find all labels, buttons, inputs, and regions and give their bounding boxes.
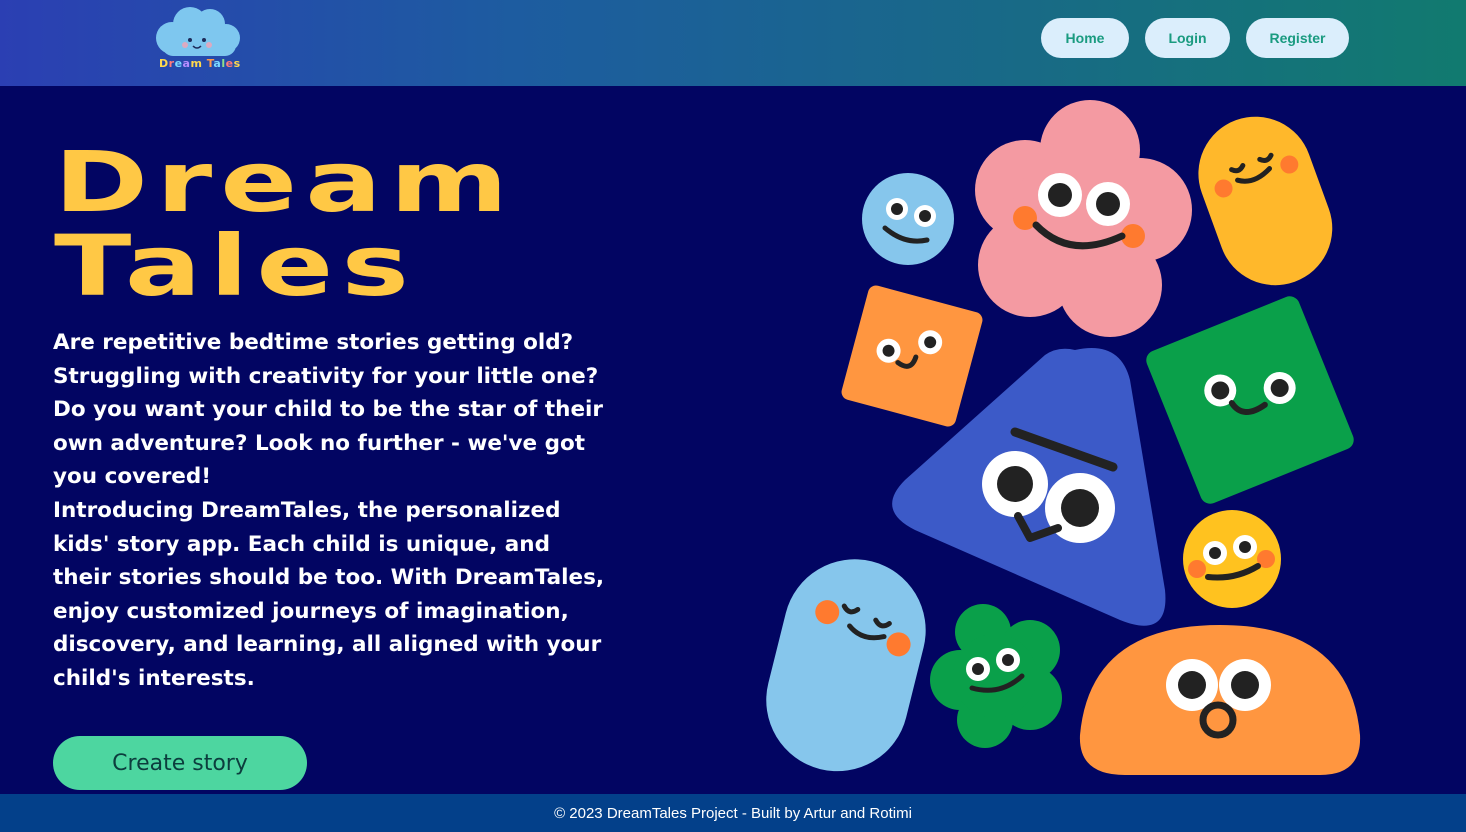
- pink-flower-face-icon: [975, 100, 1192, 337]
- top-navbar: Dream Tales Home Login Register: [0, 0, 1466, 86]
- yellow-circle-face-icon: [1183, 510, 1281, 608]
- hero-title: Dream Tales: [54, 140, 516, 308]
- light-blue-pill-face-icon: [766, 559, 926, 772]
- nav-home-button[interactable]: Home: [1041, 18, 1129, 58]
- green-flower-face-icon: [930, 604, 1062, 748]
- blue-circle-face-icon: [862, 173, 954, 265]
- hero-paragraph-description: Introducing DreamTales, the personalized…: [53, 498, 605, 691]
- create-story-button[interactable]: Create story: [53, 736, 307, 790]
- nav-login-button[interactable]: Login: [1145, 18, 1230, 58]
- nav-register-button[interactable]: Register: [1246, 18, 1349, 58]
- green-square-face-icon: [1146, 296, 1354, 504]
- orange-dome-face-icon: [1079, 625, 1361, 775]
- characters-illustration: [766, 100, 1361, 775]
- orange-square-face-icon: [841, 285, 983, 427]
- yellow-pill-face-icon: [1198, 116, 1333, 286]
- page-footer: © 2023 DreamTales Project - Built by Art…: [0, 794, 1466, 832]
- logo-text: Dream Tales: [159, 57, 241, 70]
- footer-copyright: © 2023 DreamTales Project - Built by Art…: [554, 804, 912, 822]
- hero-title-line-1: Dream: [54, 133, 517, 231]
- hero-paragraph-intro: Are repetitive bedtime stories getting o…: [53, 330, 604, 490]
- hero-title-line-2: Tales: [54, 217, 418, 315]
